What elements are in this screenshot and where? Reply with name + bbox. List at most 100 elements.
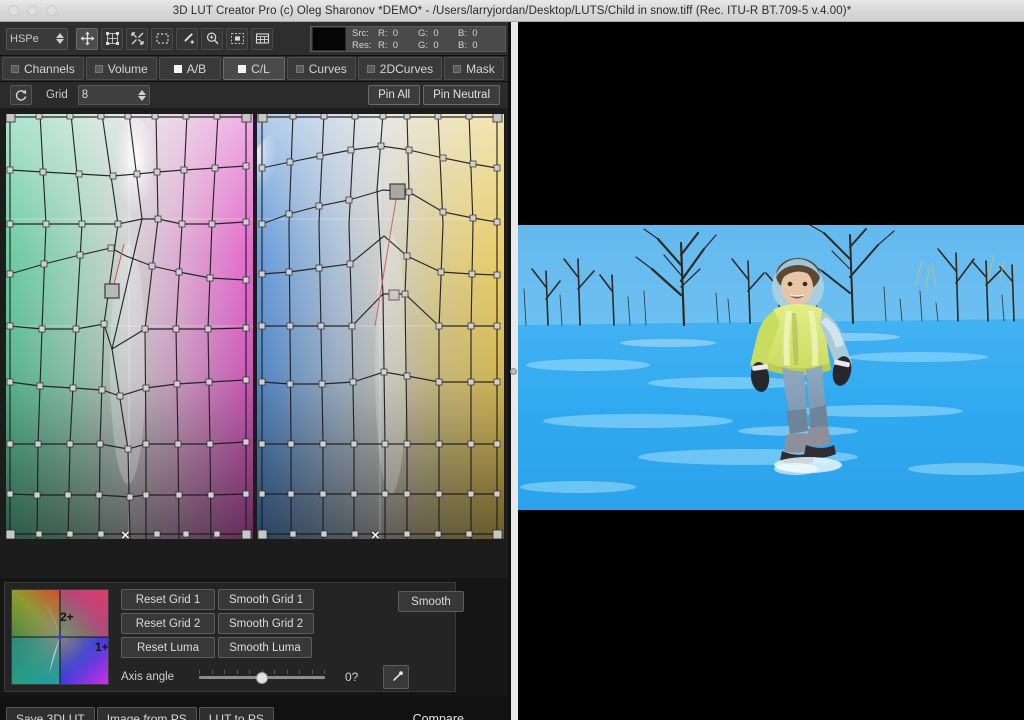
tab-checkbox-icon[interactable]: [366, 64, 375, 73]
tab-bar: Channels Volume A/B C/L Curves 2DCurves: [0, 56, 512, 82]
color-model-value: HSPe: [10, 32, 39, 45]
res-b-label: B:: [458, 39, 467, 51]
grid-editor-2-neutral-marker[interactable]: ×: [371, 528, 380, 543]
tab-volume[interactable]: Volume: [85, 57, 157, 80]
reset-refresh-button[interactable]: [10, 85, 32, 105]
tab-label: A/B: [186, 61, 207, 76]
smooth-grid-2-button[interactable]: Smooth Grid 2: [218, 613, 315, 634]
tab-checkbox-icon[interactable]: [94, 64, 103, 73]
ab-grid-2: [257, 114, 504, 539]
color-model-dropdown[interactable]: HSPe: [6, 27, 68, 50]
grid-editor-1-neutral-marker[interactable]: ×: [121, 528, 130, 543]
grid-size-stepper[interactable]: 8: [77, 85, 150, 105]
pin-neutral-button[interactable]: Pin Neutral: [423, 85, 500, 105]
button-row-luma: Reset Luma Smooth Luma: [121, 637, 409, 658]
move-tool-button[interactable]: [76, 27, 98, 50]
window-title: 3D LUT Creator Pro (c) Oleg Sharonov *DE…: [172, 4, 852, 17]
toolbar-buttons: [76, 27, 273, 50]
color-wheel-label-2: 2+: [60, 610, 74, 624]
tab-label: C/L: [251, 61, 270, 76]
main-toolbar: HSPe Src: R: 0 G: 0 B: 0 Res: R: 0 G: 0 …: [0, 22, 512, 56]
slider-knob[interactable]: [256, 672, 268, 684]
magnifier-icon: [206, 32, 219, 45]
marquee-select-tool-button[interactable]: [151, 27, 173, 50]
src-g-value: 0: [433, 27, 439, 39]
eyedropper-icon: [392, 670, 403, 681]
smooth-button[interactable]: Smooth: [398, 591, 464, 612]
chevron-updown-icon[interactable]: [56, 33, 64, 44]
footer-bar: Save 3DLUT Image from PS LUT to PS Compa…: [0, 696, 512, 720]
tab-cl[interactable]: C/L: [223, 57, 285, 80]
maximize-button[interactable]: [46, 5, 57, 16]
zoom-tool-button[interactable]: [201, 27, 223, 50]
color-readout-panel: Src: R: 0 G: 0 B: 0 Res: R: 0 G: 0 B: 0: [310, 26, 506, 52]
fit-rect-icon: [230, 33, 244, 44]
axis-angle-slider[interactable]: [199, 669, 325, 685]
axis-angle-label: Axis angle: [121, 671, 175, 683]
tab-label: Curves: [308, 61, 347, 76]
reset-grid-1-button[interactable]: Reset Grid 1: [121, 589, 215, 610]
tab-checkbox-icon[interactable]: [295, 64, 304, 73]
eyedropper-add-tool-button[interactable]: [176, 27, 198, 50]
reset-grid-2-button[interactable]: Reset Grid 2: [121, 613, 215, 634]
dashed-rect-icon: [155, 33, 169, 44]
res-b-value: 0: [472, 39, 478, 51]
splitter-grip[interactable]: [510, 368, 517, 375]
grid-editor-2[interactable]: ×: [257, 114, 504, 543]
image-preview-pane[interactable]: [518, 22, 1024, 720]
grid-label: Grid: [46, 89, 68, 101]
grid-editor-1[interactable]: ×: [6, 114, 253, 543]
preview-image[interactable]: [518, 225, 1024, 510]
application-window: 3D LUT Creator Pro (c) Oleg Sharonov *DE…: [0, 0, 1024, 720]
grid-warp-tool-button[interactable]: [101, 27, 123, 50]
tab-checkbox-icon[interactable]: [173, 64, 182, 73]
smooth-grid-1-button[interactable]: Smooth Grid 1: [218, 589, 315, 610]
tab-label: Mask: [466, 61, 495, 76]
color-wheel[interactable]: 2+ 1+: [11, 589, 109, 685]
src-r-label: R:: [378, 27, 388, 39]
left-pane: HSPe Src: R: 0 G: 0 B: 0 Res: R: 0 G: 0 …: [0, 22, 512, 720]
minimize-button[interactable]: [27, 5, 38, 16]
grid-size-value: 8: [81, 89, 89, 101]
pinch-tool-button[interactable]: [126, 27, 148, 50]
tab-ab[interactable]: A/B: [158, 57, 222, 80]
grid-editor-1-canvas[interactable]: [6, 114, 253, 539]
tab-checkbox-icon[interactable]: [238, 64, 247, 73]
grid-warp-icon: [105, 32, 119, 45]
eyedropper-button[interactable]: [383, 665, 409, 689]
grid-controls-row: Grid 8 Pin All Pin Neutral: [0, 82, 512, 108]
res-label: Res:: [352, 39, 372, 51]
fit-view-tool-button[interactable]: [226, 27, 248, 50]
res-g-label: G:: [418, 39, 429, 51]
eyedropper-plus-icon: [183, 33, 194, 44]
table-view-tool-button[interactable]: [251, 27, 273, 50]
close-button[interactable]: [8, 5, 19, 16]
readout-row-res: Res: R: 0 G: 0 B: 0: [352, 39, 505, 51]
tab-channels[interactable]: Channels: [2, 57, 84, 80]
smooth-luma-button[interactable]: Smooth Luma: [218, 637, 312, 658]
src-label: Src:: [352, 27, 369, 39]
table-icon: [255, 33, 269, 44]
control-buttons: Reset Grid 1 Smooth Grid 1 Reset Grid 2 …: [121, 589, 409, 689]
grid-editors: × ×: [0, 108, 512, 578]
tab-curves[interactable]: Curves: [286, 57, 356, 80]
tab-2dcurves[interactable]: 2DCurves: [357, 57, 443, 80]
grid-editor-2-canvas[interactable]: [257, 114, 504, 539]
lut-to-ps-button[interactable]: LUT to PS: [198, 707, 274, 720]
tab-checkbox-icon[interactable]: [11, 64, 19, 73]
image-from-ps-button[interactable]: Image from PS: [96, 707, 197, 720]
window-controls[interactable]: [8, 5, 57, 16]
pin-all-button[interactable]: Pin All: [368, 85, 421, 105]
tab-mask[interactable]: Mask: [444, 57, 504, 80]
tab-checkbox-icon[interactable]: [453, 64, 462, 73]
save-3dlut-button[interactable]: Save 3DLUT: [6, 707, 95, 720]
compare-label[interactable]: Compare: [413, 712, 464, 720]
button-row-grid1: Reset Grid 1 Smooth Grid 1: [121, 589, 409, 610]
chevron-updown-icon[interactable]: [137, 89, 146, 101]
pane-splitter[interactable]: [508, 22, 518, 720]
child-in-snow-image: [518, 225, 1024, 510]
reset-luma-button[interactable]: Reset Luma: [121, 637, 215, 658]
readout-row-src: Src: R: 0 G: 0 B: 0: [352, 27, 505, 39]
control-panel: 2+ 1+ Reset Grid 1 Smooth Grid 1 Reset G…: [4, 582, 464, 692]
color-swatch: [312, 27, 346, 51]
